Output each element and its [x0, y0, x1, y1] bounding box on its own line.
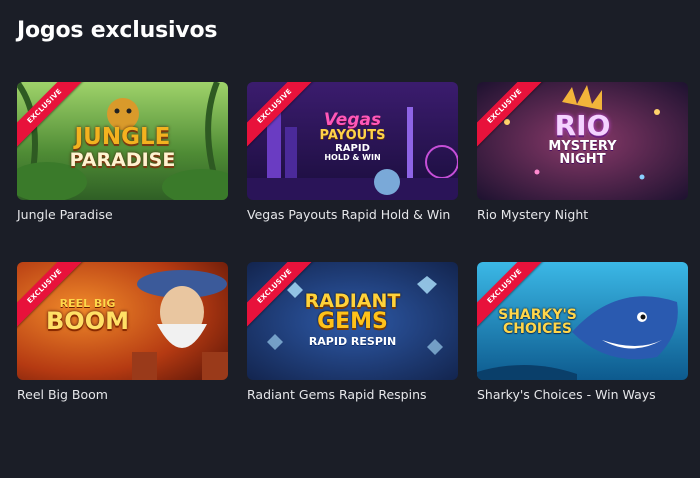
- game-logo: RIO MYSTERY NIGHT: [548, 109, 617, 167]
- game-card-vegas-payouts[interactable]: Vegas PAYOUTS RAPID HOLD & WIN EXCLUSIVE…: [247, 82, 458, 262]
- game-logo: JUNGLE PARADISE: [69, 124, 176, 171]
- game-logo: Vegas PAYOUTS RAPID HOLD & WIN: [319, 110, 386, 162]
- game-card-reel-big-boom[interactable]: REEL BIG BOOM EXCLUSIVE Reel Big Boom: [17, 262, 228, 442]
- game-logo: REEL BIG BOOM: [46, 297, 129, 335]
- game-card-sharkys-choices[interactable]: SHARKY'S CHOICES EXCLUSIVE Sharky's Choi…: [477, 262, 688, 442]
- game-title[interactable]: Reel Big Boom: [17, 387, 228, 402]
- game-title[interactable]: Radiant Gems Rapid Respins: [247, 387, 458, 402]
- game-title[interactable]: Vegas Payouts Rapid Hold & Win: [247, 207, 458, 222]
- game-thumbnail[interactable]: RIO MYSTERY NIGHT EXCLUSIVE: [477, 82, 688, 200]
- game-thumbnail[interactable]: SHARKY'S CHOICES EXCLUSIVE: [477, 262, 688, 380]
- section-title: Jogos exclusivos: [17, 18, 218, 43]
- game-thumbnail[interactable]: RADIANT GEMS RAPID RESPIN EXCLUSIVE: [247, 262, 458, 380]
- games-grid: JUNGLE PARADISE EXCLUSIVE Jungle Paradis…: [17, 82, 688, 442]
- game-thumbnail[interactable]: REEL BIG BOOM EXCLUSIVE: [17, 262, 228, 380]
- game-title[interactable]: Rio Mystery Night: [477, 207, 688, 222]
- game-card-rio-mystery-night[interactable]: RIO MYSTERY NIGHT EXCLUSIVE Rio Mystery …: [477, 82, 688, 262]
- game-card-radiant-gems[interactable]: RADIANT GEMS RAPID RESPIN EXCLUSIVE Radi…: [247, 262, 458, 442]
- game-title[interactable]: Jungle Paradise: [17, 207, 228, 222]
- game-card-jungle-paradise[interactable]: JUNGLE PARADISE EXCLUSIVE Jungle Paradis…: [17, 82, 228, 262]
- game-thumbnail[interactable]: Vegas PAYOUTS RAPID HOLD & WIN EXCLUSIVE: [247, 82, 458, 200]
- game-thumbnail[interactable]: JUNGLE PARADISE EXCLUSIVE: [17, 82, 228, 200]
- game-title[interactable]: Sharky's Choices - Win Ways: [477, 387, 688, 402]
- game-logo: SHARKY'S CHOICES: [498, 307, 577, 337]
- game-logo: RADIANT GEMS RAPID RESPIN: [304, 290, 401, 348]
